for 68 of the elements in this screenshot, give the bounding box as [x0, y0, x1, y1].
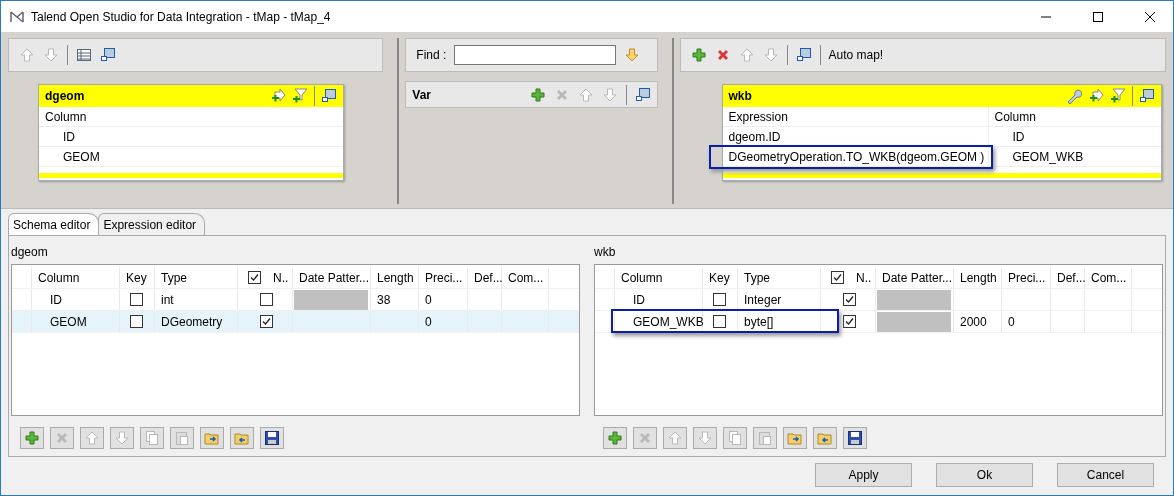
table-cell: GEOM: [32, 311, 120, 332]
find-label: Find :: [416, 48, 447, 62]
checkbox[interactable]: [843, 315, 856, 328]
table-cell: dgeom.ID: [722, 127, 989, 147]
column-header: Preci...: [1002, 267, 1051, 288]
column-header: Com...: [502, 267, 549, 288]
table-cell: 0: [419, 289, 468, 310]
tab[interactable]: Expression editor: [98, 213, 206, 235]
dialog-button[interactable]: Cancel: [1057, 463, 1154, 487]
column-header: Column: [993, 109, 1037, 126]
table-cell: 38: [371, 289, 419, 310]
column-header: Preci...: [419, 267, 468, 288]
table-cell-text: ID: [62, 129, 76, 146]
checkbox[interactable]: [260, 315, 273, 328]
dialog-button[interactable]: Ok: [936, 463, 1033, 487]
checkbox[interactable]: [831, 271, 844, 284]
column-header: Com...: [1085, 267, 1132, 288]
checkbox[interactable]: [713, 315, 726, 328]
find-field[interactable]: [454, 45, 617, 65]
table-cell: 0: [419, 311, 468, 332]
table-cell: 0: [1002, 311, 1051, 332]
table-cell: ID: [32, 289, 120, 310]
table-cell: DGeometry: [155, 311, 238, 332]
table-cell: DGeometryOperation.TO_WKB(dgeom.GEOM ): [722, 147, 989, 167]
table-cell-text: ID: [1011, 129, 1026, 146]
column-header: Key: [703, 267, 738, 288]
schema-title: dgeom: [11, 244, 49, 261]
arrow-down-icon: [624, 47, 641, 63]
checkbox[interactable]: [713, 293, 726, 306]
table-cell-text: GEOM: [62, 149, 101, 166]
table-cell: Integer: [738, 289, 821, 310]
checkbox[interactable]: [260, 293, 273, 306]
table-cell: ID: [615, 289, 703, 310]
table-cell: GEOM_WKB: [615, 311, 703, 332]
table-cell: int: [155, 289, 238, 310]
checkbox[interactable]: [843, 293, 856, 306]
column-header: Length: [371, 267, 419, 288]
table-name: wkb: [728, 89, 753, 103]
dialog-button[interactable]: Apply: [815, 463, 912, 487]
checkbox[interactable]: [248, 271, 261, 284]
table-cell: 2000: [954, 311, 1002, 332]
column-header: Column: [32, 267, 120, 288]
column-header: Date Patter...: [876, 267, 954, 288]
auto-map-button[interactable]: Auto map!: [828, 48, 884, 62]
table-name: Var: [412, 87, 432, 102]
table-name: dgeom: [45, 89, 86, 103]
window-title: Talend Open Studio for Data Integration - tMap - tMap_4: [31, 9, 332, 24]
tab[interactable]: Schema editor: [8, 213, 100, 235]
column-header: Type: [738, 267, 821, 288]
column-header: Def...: [1051, 267, 1085, 288]
column-header: Column: [44, 109, 88, 126]
column-header: Length: [954, 267, 1002, 288]
table-cell: byte[]: [738, 311, 821, 332]
schema-title: wkb: [594, 244, 617, 261]
column-header: Expression: [722, 107, 989, 127]
column-header: Date Patter...: [293, 267, 371, 288]
column-header: Key: [120, 267, 155, 288]
column-header: N..: [856, 270, 872, 285]
column-header: N..: [273, 270, 289, 285]
column-header: Column: [615, 267, 703, 288]
maximize-icon[interactable]: [1093, 11, 1103, 22]
column-header: Type: [155, 267, 238, 288]
checkbox[interactable]: [130, 315, 143, 328]
table-cell-text: GEOM_WKB: [1011, 149, 1085, 166]
app-logo-icon: [9, 8, 25, 25]
checkbox[interactable]: [130, 293, 143, 306]
column-header: Def...: [468, 267, 502, 288]
close-icon[interactable]: [1145, 11, 1155, 22]
